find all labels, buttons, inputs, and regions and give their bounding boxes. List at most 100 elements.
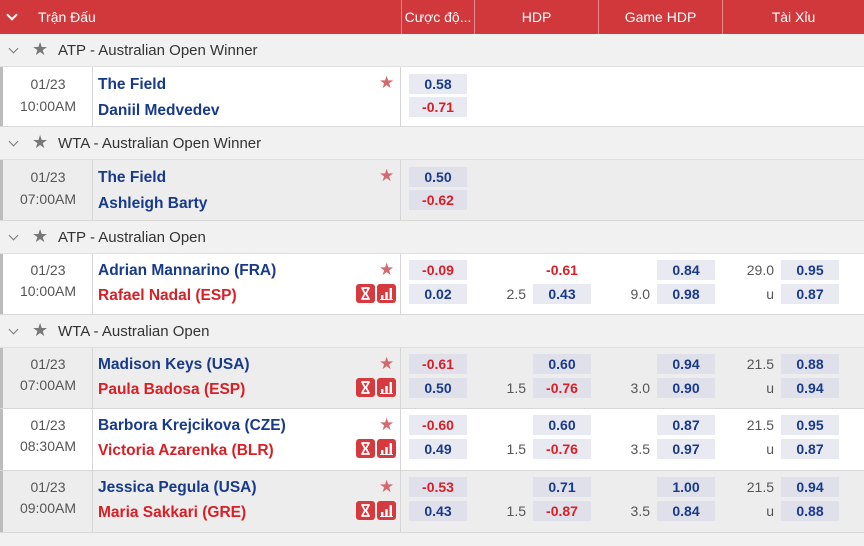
odds-value[interactable]: 0.58 xyxy=(409,74,467,94)
odds-value[interactable]: 0.49 xyxy=(409,439,467,459)
game-hdp-bottom-odds[interactable]: 0.98 xyxy=(657,284,715,304)
star-icon[interactable]: ★ xyxy=(32,227,48,245)
chart-icon[interactable] xyxy=(377,439,396,458)
favorite-star-icon[interactable]: ★ xyxy=(379,167,394,184)
chevron-down-icon[interactable] xyxy=(8,230,19,241)
league-name: ATP - Australian Open Winner xyxy=(58,42,258,59)
odds-value[interactable]: -0.53 xyxy=(409,477,467,497)
favorite-star-icon[interactable]: ★ xyxy=(379,261,394,278)
league-header-partial[interactable] xyxy=(0,533,864,546)
odds-value[interactable]: 0.02 xyxy=(409,284,467,304)
league-header[interactable]: ★ WTA - Australian Open Winner xyxy=(0,127,864,160)
home-team-name[interactable]: Barbora Krejcikova (CZE) xyxy=(98,417,286,435)
chevron-down-icon[interactable] xyxy=(8,43,19,54)
home-team-name[interactable]: The Field xyxy=(98,169,166,187)
match-time-cell: 01/23 08:30AM xyxy=(3,409,93,470)
match-time: 07:00AM xyxy=(19,377,77,393)
away-team-name[interactable]: Rafael Nadal (ESP) xyxy=(98,287,237,305)
home-team-name[interactable]: The Field xyxy=(98,76,166,94)
league-header[interactable]: ★ WTA - Australian Open xyxy=(0,315,864,348)
taixiu-under-label: u xyxy=(766,441,774,457)
taixiu-over-odds[interactable]: 0.95 xyxy=(781,260,839,280)
hdp-top-odds[interactable]: -0.61 xyxy=(533,260,591,280)
home-team-name[interactable]: Jessica Pegula (USA) xyxy=(98,479,257,497)
teams-cell: Adrian Mannarino (FRA) Rafael Nadal (ESP)… xyxy=(93,254,401,314)
taixiu-under-odds[interactable]: 0.88 xyxy=(781,501,839,521)
stats-icon[interactable] xyxy=(356,501,375,520)
favorite-star-icon[interactable]: ★ xyxy=(379,355,394,372)
star-icon[interactable]: ★ xyxy=(32,40,48,58)
hdp-bottom-odds[interactable]: -0.76 xyxy=(533,378,591,398)
header-game-hdp[interactable]: Game HDP xyxy=(598,0,722,34)
chevron-down-icon[interactable] xyxy=(8,136,19,147)
match-date: 01/23 xyxy=(30,169,66,185)
star-icon[interactable]: ★ xyxy=(32,321,48,339)
match-time-cell: 01/23 10:00AM xyxy=(3,254,93,314)
league-header[interactable]: ★ ATP - Australian Open xyxy=(0,221,864,254)
collapse-all-chevron-icon[interactable] xyxy=(6,9,18,21)
header-match[interactable]: Trận Đấu xyxy=(0,0,401,34)
match-date: 01/23 xyxy=(30,417,66,433)
odds-value[interactable]: 0.43 xyxy=(409,501,467,521)
favorite-star-icon[interactable]: ★ xyxy=(379,74,394,91)
odds-value[interactable]: 0.50 xyxy=(409,378,467,398)
chart-icon[interactable] xyxy=(377,378,396,397)
hdp-bottom-odds[interactable]: -0.87 xyxy=(533,501,591,521)
teams-cell: The Field Ashleigh Barty ★ xyxy=(93,160,401,220)
header-hdp[interactable]: HDP xyxy=(474,0,598,34)
taixiu-over-odds[interactable]: 0.88 xyxy=(781,354,839,374)
odds-value[interactable]: -0.61 xyxy=(409,354,467,374)
taixiu-over-odds[interactable]: 0.95 xyxy=(781,415,839,435)
match-time: 08:30AM xyxy=(19,438,77,454)
hdp-top-odds[interactable]: 0.71 xyxy=(533,477,591,497)
odds-value[interactable]: -0.62 xyxy=(409,190,467,210)
taixiu-over-odds[interactable]: 0.94 xyxy=(781,477,839,497)
taixiu-line: 29.0 xyxy=(746,262,774,278)
away-team-name[interactable]: Daniil Medvedev xyxy=(98,102,219,120)
hdp-bottom-odds[interactable]: 0.43 xyxy=(533,284,591,304)
chart-icon[interactable] xyxy=(377,284,396,303)
league-name: WTA - Australian Open Winner xyxy=(58,135,262,152)
stats-icon[interactable] xyxy=(356,439,375,458)
odds-value[interactable]: -0.71 xyxy=(409,97,467,117)
chevron-down-icon[interactable] xyxy=(8,324,19,335)
game-hdp-bottom-odds[interactable]: 0.84 xyxy=(657,501,715,521)
game-hdp-top-odds[interactable]: 0.94 xyxy=(657,354,715,374)
favorite-star-icon[interactable]: ★ xyxy=(379,416,394,433)
odds-value[interactable]: -0.09 xyxy=(409,260,467,280)
away-team-name[interactable]: Paula Badosa (ESP) xyxy=(98,381,245,399)
away-team-name[interactable]: Ashleigh Barty xyxy=(98,195,207,213)
away-team-name[interactable]: Victoria Azarenka (BLR) xyxy=(98,442,274,460)
stats-icon[interactable] xyxy=(356,284,375,303)
header-odds[interactable]: Cược độ... xyxy=(401,0,474,34)
match-time: 09:00AM xyxy=(19,500,77,516)
header-taixiu[interactable]: Tài Xỉu xyxy=(722,0,864,34)
chart-icon[interactable] xyxy=(377,501,396,520)
game-hdp-bottom-odds[interactable]: 0.97 xyxy=(657,439,715,459)
hdp-line: 1.5 xyxy=(506,380,526,396)
hdp-top-odds[interactable]: 0.60 xyxy=(533,354,591,374)
odds-value[interactable]: -0.60 xyxy=(409,415,467,435)
odds-value[interactable]: 0.50 xyxy=(409,167,467,187)
taixiu-under-odds[interactable]: 0.87 xyxy=(781,284,839,304)
favorite-star-icon[interactable]: ★ xyxy=(379,478,394,495)
header-hdp-label: HDP xyxy=(521,9,552,25)
hdp-top-odds[interactable]: 0.60 xyxy=(533,415,591,435)
taixiu-under-odds[interactable]: 0.87 xyxy=(781,439,839,459)
stats-icon[interactable] xyxy=(356,378,375,397)
away-team-name[interactable]: Maria Sakkari (GRE) xyxy=(98,504,246,522)
taixiu-under-odds[interactable]: 0.94 xyxy=(781,378,839,398)
game-hdp-top-odds[interactable]: 0.87 xyxy=(657,415,715,435)
star-icon[interactable]: ★ xyxy=(32,133,48,151)
home-team-name[interactable]: Adrian Mannarino (FRA) xyxy=(98,262,276,280)
home-team-name[interactable]: Madison Keys (USA) xyxy=(98,356,250,374)
game-hdp-top-odds[interactable]: 1.00 xyxy=(657,477,715,497)
game-hdp-top-odds[interactable]: 0.84 xyxy=(657,260,715,280)
hdp-bottom-odds[interactable]: -0.76 xyxy=(533,439,591,459)
game-hdp-bottom-odds[interactable]: 0.90 xyxy=(657,378,715,398)
taixiu-under-label: u xyxy=(766,286,774,302)
header-taixiu-label: Tài Xỉu xyxy=(771,9,816,25)
league-header[interactable]: ★ ATP - Australian Open Winner xyxy=(0,34,864,67)
match-time-cell: 01/23 10:00AM xyxy=(3,67,93,126)
teams-cell: The Field Daniil Medvedev ★ xyxy=(93,67,401,126)
